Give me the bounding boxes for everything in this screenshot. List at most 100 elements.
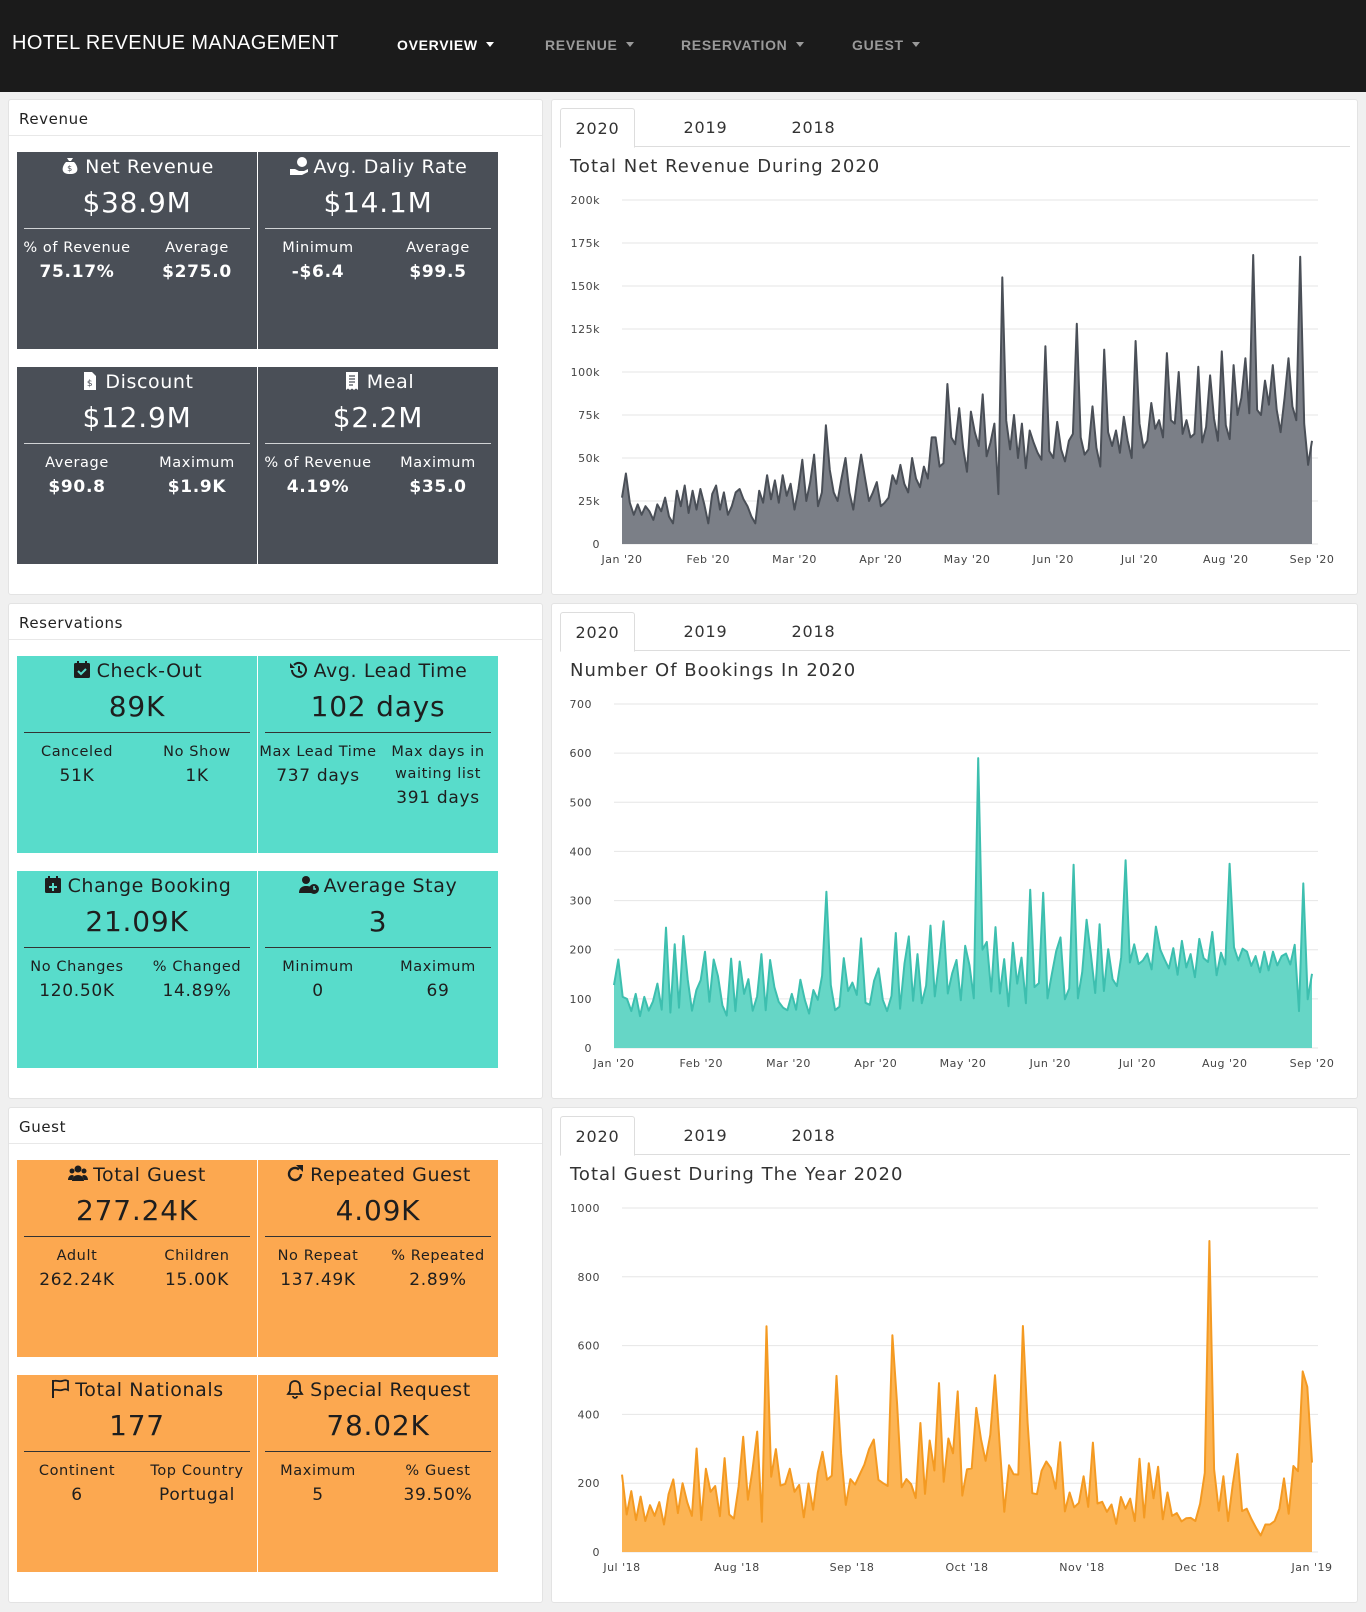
guest-area-chart: 0 200 400 600 800 1000 Jul '18 Aug '18 Sep '18 Oc… bbox=[570, 1202, 1332, 1574]
nav-reservation[interactable]: RESERVATION bbox=[681, 37, 804, 53]
nav-revenue[interactable]: REVENUE bbox=[545, 37, 634, 53]
x-tick-label: Oct '18 bbox=[945, 1561, 988, 1574]
nav-overview[interactable]: OVERVIEW bbox=[397, 37, 494, 53]
x-tick-label: May '20 bbox=[940, 1057, 987, 1070]
kpi-card-value: 78.02K bbox=[326, 1409, 430, 1442]
nav-revenue-label: REVENUE bbox=[545, 37, 618, 53]
bookings-chart-panel: 2020 2019 2018 Number Of Bookings In 202… bbox=[551, 603, 1358, 1099]
kpi-stat: Top Country Portugal bbox=[137, 1460, 257, 1508]
kpi-card-title: $ Net Revenue bbox=[17, 156, 257, 178]
kpi-stat-value: 5 bbox=[312, 1485, 324, 1505]
kpi-card-title-label: Total Nationals bbox=[75, 1379, 224, 1401]
kpi-stat-label: Max Lead Time bbox=[259, 744, 377, 760]
kpi-stat-label: Average bbox=[406, 240, 470, 256]
kpi-card-value: $12.9M bbox=[82, 401, 192, 434]
x-tick-label: Aug '20 bbox=[1203, 553, 1249, 566]
kpi-stat-label: % Guest bbox=[405, 1463, 471, 1479]
kpi-stat: % of Revenue 4.19% bbox=[258, 452, 378, 500]
kpi-stat: Canceled 51K bbox=[17, 741, 137, 789]
kpi-stat-label: Minimum bbox=[282, 240, 354, 256]
user-clock-icon bbox=[298, 876, 319, 894]
kpi-stat-label: Maximum bbox=[159, 455, 235, 471]
users-icon bbox=[68, 1165, 89, 1181]
kpi-stat-label: No Repeat bbox=[277, 1248, 359, 1264]
kpi-stat: Maximum 5 bbox=[258, 1460, 378, 1508]
kpi-card-value: 89K bbox=[108, 690, 166, 723]
bookings-area-chart: 0 100 200 300 400 500 600 700 Jan '20 Feb '20 Mar … bbox=[570, 698, 1334, 1070]
chevron-down-icon bbox=[795, 42, 804, 47]
guest-panel-title: Guest bbox=[9, 1108, 542, 1144]
kpi-stat-value: 75.17% bbox=[39, 262, 115, 282]
x-tick-label: Jan '20 bbox=[601, 553, 643, 566]
kpi-stat-value: 51K bbox=[59, 766, 95, 786]
y-tick-label: 300 bbox=[570, 895, 593, 908]
calendar-plus-icon bbox=[44, 876, 61, 893]
kpi-stat-label: Maximum bbox=[280, 1463, 356, 1479]
kpi-card: Repeated Guest 4.09K No Repeat 137.49K % Rep… bbox=[258, 1160, 498, 1357]
nav-guest[interactable]: GUEST bbox=[852, 37, 920, 53]
kpi-stat-label: Maximum bbox=[400, 959, 476, 975]
kpi-card-divider bbox=[265, 1451, 491, 1452]
kpi-card-title-label: Repeated Guest bbox=[310, 1164, 471, 1186]
kpi-stat-label: Top Country bbox=[150, 1463, 244, 1479]
svg-text:$: $ bbox=[67, 164, 73, 173]
kpi-card-value: 102 days bbox=[310, 690, 446, 723]
x-tick-label: Jun '20 bbox=[1032, 553, 1074, 566]
kpi-card-divider bbox=[24, 1451, 250, 1452]
revenue-area-chart: 0 25k 50k 75k 100k 125k 150k 175k 200k Jan '20 Feb… bbox=[571, 194, 1334, 566]
kpi-card-stats: No Repeat 137.49K % Repeated 2.89% bbox=[258, 1245, 498, 1293]
kpi-stat-label: % Changed bbox=[152, 959, 242, 975]
kpi-card-title: Repeated Guest bbox=[258, 1164, 498, 1186]
kpi-stat: Maximum $1.9K bbox=[137, 452, 257, 500]
kpi-stat-label: Average bbox=[165, 240, 229, 256]
reservations-panel-title: Reservations bbox=[9, 604, 542, 640]
kpi-card: $ Discount $12.9M Average $90.8 Maximum $1.9K bbox=[17, 367, 257, 564]
kpi-stat-label: No Show bbox=[163, 744, 231, 760]
kpi-stat-value: 120.50K bbox=[39, 981, 115, 1001]
kpi-card-stats: Average $90.8 Maximum $1.9K bbox=[17, 452, 257, 500]
kpi-stat-value: Portugal bbox=[158, 1485, 235, 1505]
kpi-card-title: Avg. Lead Time bbox=[258, 660, 498, 682]
kpi-card-stats: Continent 6 Top Country Portugal bbox=[17, 1460, 257, 1508]
revenue-panel: Revenue $ Net Revenue $38.9M % of Revenue 75… bbox=[8, 99, 543, 595]
kpi-card-title: Total Guest bbox=[17, 1164, 257, 1186]
kpi-card-value: $2.2M bbox=[332, 401, 424, 434]
kpi-stat-label: Max days in waiting list bbox=[391, 744, 485, 782]
x-tick-label: Jul '20 bbox=[1120, 553, 1158, 566]
kpi-card-title: Check-Out bbox=[17, 660, 257, 682]
kpi-stat-value: 137.49K bbox=[280, 1270, 356, 1290]
kpi-stat: % Changed 14.89% bbox=[137, 956, 257, 1004]
kpi-stat-label: Adult bbox=[56, 1248, 98, 1264]
kpi-card-title: $ Discount bbox=[17, 371, 257, 393]
y-tick-label: 25k bbox=[578, 495, 600, 508]
kpi-stat-value: 39.50% bbox=[403, 1485, 473, 1505]
kpi-card-stats: No Changes 120.50K % Changed 14.89% bbox=[17, 956, 257, 1004]
revenue-panel-title: Revenue bbox=[9, 100, 542, 136]
kpi-card-title: Meal bbox=[258, 371, 498, 393]
kpi-stat: % of Revenue 75.17% bbox=[17, 237, 137, 285]
kpi-stat-value: 6 bbox=[71, 1485, 83, 1505]
x-tick-label: Feb '20 bbox=[687, 553, 731, 566]
svg-text:$: $ bbox=[87, 379, 93, 389]
kpi-stat-value: 14.89% bbox=[162, 981, 232, 1001]
kpi-stat-label: % of Revenue bbox=[264, 455, 372, 471]
kpi-card: $ Net Revenue $38.9M % of Revenue 75.17% Aver… bbox=[17, 152, 257, 349]
app-brand[interactable]: HOTEL REVENUE MANAGEMENT bbox=[12, 32, 339, 55]
revenue-chart-panel: 2020 2019 2018 Total Net Revenue During … bbox=[551, 99, 1358, 595]
kpi-stat-value: 0 bbox=[312, 981, 324, 1001]
kpi-card-title: Change Booking bbox=[17, 875, 257, 897]
kpi-stat-value: 262.24K bbox=[39, 1270, 115, 1290]
menu-receipt-icon bbox=[345, 372, 358, 390]
kpi-card-divider bbox=[265, 443, 491, 444]
kpi-stat: No Repeat 137.49K bbox=[258, 1245, 378, 1293]
x-tick-label: May '20 bbox=[944, 553, 991, 566]
kpi-card-divider bbox=[265, 228, 491, 229]
kpi-card-value: 4.09K bbox=[335, 1194, 421, 1227]
x-tick-label: Jun '20 bbox=[1029, 1057, 1071, 1070]
kpi-card-divider bbox=[24, 732, 250, 733]
guest-chart-panel: 2020 2019 2018 Total Guest During The Ye… bbox=[551, 1107, 1358, 1603]
kpi-card: Total Guest 277.24K Adult 262.24K Children 15… bbox=[17, 1160, 257, 1357]
y-tick-label: 600 bbox=[578, 1340, 601, 1353]
receipt-dollar-icon: $ bbox=[84, 372, 97, 390]
series-area bbox=[614, 758, 1312, 1048]
